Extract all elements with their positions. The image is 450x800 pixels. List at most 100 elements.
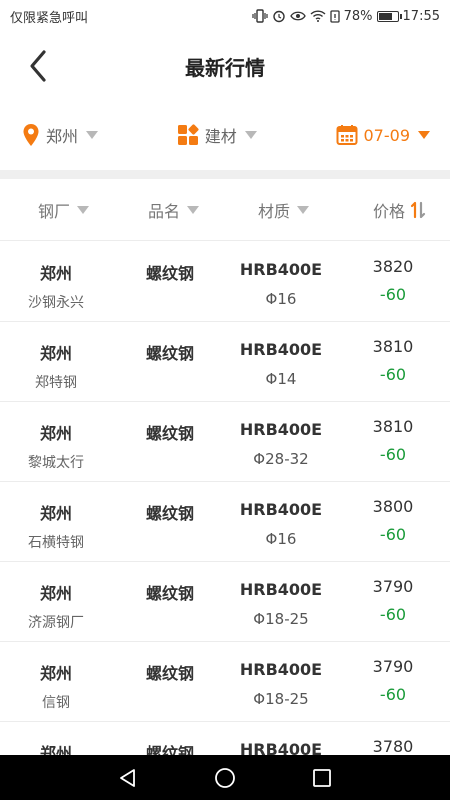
product-cell: 螺纹钢: [145, 264, 194, 283]
alarm-icon: [272, 9, 286, 23]
dropdown-arrow-icon: [187, 206, 200, 214]
price-cell: 3800: [372, 497, 414, 516]
product-column-header[interactable]: 品名: [148, 179, 200, 241]
city-filter-label: 郑州: [46, 127, 79, 146]
product-cell: 螺纹钢: [145, 664, 194, 683]
product-cell: 螺纹钢: [145, 344, 194, 363]
section-divider: [0, 170, 450, 179]
sort-icon: [410, 201, 426, 219]
date-filter[interactable]: 07-09: [336, 124, 430, 146]
price-cell: 3820: [372, 257, 414, 276]
grade-cell: HRB400E: [239, 260, 323, 279]
price-cell: 3790: [372, 577, 414, 596]
city-cell: 郑州: [39, 344, 72, 363]
battery-percent: 78%: [343, 8, 373, 24]
nav-home-button[interactable]: [205, 758, 245, 798]
chevron-left-icon: [30, 50, 46, 82]
price-cell: 3810: [372, 337, 414, 356]
table-row[interactable]: 郑州 济源钢厂 螺纹钢 HRB400E Φ18-25 3790 -60: [0, 562, 450, 642]
grade-column-header[interactable]: 材质: [258, 179, 310, 241]
spec-cell: Φ16: [265, 530, 297, 548]
grade-cell: HRB400E: [239, 500, 323, 519]
mill-cell: 沙钢永兴: [28, 295, 84, 311]
category-filter-label: 建材: [204, 127, 237, 146]
table-row[interactable]: 郑州 信钢 螺纹钢 HRB400E Φ18-25 3790 -60: [0, 642, 450, 722]
spec-cell: Φ14: [265, 370, 297, 388]
column-label: 材质: [258, 202, 291, 221]
mill-cell: 郑特钢: [35, 375, 77, 391]
city-filter[interactable]: 郑州: [22, 123, 99, 147]
mill-cell: 信钢: [42, 695, 70, 711]
city-cell: 郑州: [39, 664, 72, 683]
dropdown-arrow-icon: [244, 131, 257, 139]
triangle-back-icon: [120, 768, 136, 787]
grade-cell: HRB400E: [239, 420, 323, 439]
price-cell: 3810: [372, 417, 414, 436]
column-label: 钢厂: [38, 202, 71, 221]
carrier-text: 仅限紧急呼叫: [10, 10, 89, 26]
table-row[interactable]: 郑州 石横特钢 螺纹钢 HRB400E Φ16 3800 -60: [0, 482, 450, 562]
city-cell: 郑州: [39, 744, 72, 755]
price-cell: 3790: [372, 657, 414, 676]
table-row[interactable]: 郑州 螺纹钢 HRB400E 3780: [0, 722, 450, 755]
city-cell: 郑州: [39, 504, 72, 523]
product-cell: 螺纹钢: [145, 744, 194, 755]
city-cell: 郑州: [39, 264, 72, 283]
nav-recents-button[interactable]: [302, 758, 342, 798]
change-cell: -60: [379, 285, 407, 304]
system-nav-bar: [0, 755, 450, 800]
product-cell: 螺纹钢: [145, 504, 194, 523]
price-cell: 3780: [372, 737, 414, 755]
column-label: 价格: [373, 202, 406, 221]
date-filter-label: 07-09: [363, 125, 411, 145]
product-cell: 螺纹钢: [145, 584, 194, 603]
change-cell: -60: [379, 365, 407, 384]
dropdown-arrow-icon: [418, 131, 430, 139]
change-cell: -60: [379, 605, 407, 624]
status-bar: 仅限紧急呼叫 78% 17:55: [0, 0, 450, 32]
status-icons: 78% 17:55: [252, 9, 440, 24]
mill-cell: 石横特钢: [28, 535, 84, 551]
column-label: 品名: [148, 202, 181, 221]
city-cell: 郑州: [39, 424, 72, 443]
table-row[interactable]: 郑州 郑特钢 螺纹钢 HRB400E Φ14 3810 -60: [0, 322, 450, 402]
mill-cell: 黎城太行: [28, 455, 84, 471]
grade-cell: HRB400E: [239, 660, 323, 679]
change-cell: -60: [379, 685, 407, 704]
change-cell: -60: [379, 525, 407, 544]
spec-cell: Φ16: [265, 290, 297, 308]
nav-back-button[interactable]: [108, 758, 148, 798]
table-row[interactable]: 郑州 沙钢永兴 螺纹钢 HRB400E Φ16 3820 -60: [0, 242, 450, 322]
sim-icon: [329, 9, 340, 23]
spec-cell: Φ28-32: [253, 450, 309, 468]
page-title: 最新行情: [185, 55, 265, 80]
product-cell: 螺纹钢: [145, 424, 194, 443]
calendar-icon: [336, 125, 357, 145]
dropdown-arrow-icon: [86, 131, 99, 139]
grade-cell: HRB400E: [239, 740, 323, 755]
dropdown-arrow-icon: [77, 206, 90, 214]
back-button[interactable]: [18, 46, 58, 86]
location-pin-icon: [23, 124, 39, 146]
circle-home-icon: [215, 767, 235, 788]
dropdown-arrow-icon: [297, 206, 310, 214]
eye-icon: [289, 10, 306, 22]
battery-icon: [376, 10, 402, 22]
grade-cell: HRB400E: [239, 340, 323, 359]
city-cell: 郑州: [39, 584, 72, 603]
price-list: 郑州 沙钢永兴 螺纹钢 HRB400E Φ16 3820 -60 郑州 郑特钢 …: [0, 242, 450, 755]
table-row[interactable]: 郑州 黎城太行 螺纹钢 HRB400E Φ28-32 3810 -60: [0, 402, 450, 482]
category-icon: [177, 124, 199, 145]
wifi-icon: [310, 10, 326, 22]
category-filter[interactable]: 建材: [177, 123, 257, 147]
square-recents-icon: [312, 768, 331, 787]
change-cell: -60: [379, 445, 407, 464]
mill-cell: 济源钢厂: [28, 615, 84, 631]
vibrate-icon: [252, 9, 268, 23]
header: 最新行情: [0, 32, 450, 100]
clock: 17:55: [402, 8, 440, 24]
grade-cell: HRB400E: [239, 580, 323, 599]
mill-column-header[interactable]: 钢厂: [38, 179, 90, 241]
spec-cell: Φ18-25: [253, 610, 309, 628]
price-column-header[interactable]: 价格: [373, 179, 426, 241]
